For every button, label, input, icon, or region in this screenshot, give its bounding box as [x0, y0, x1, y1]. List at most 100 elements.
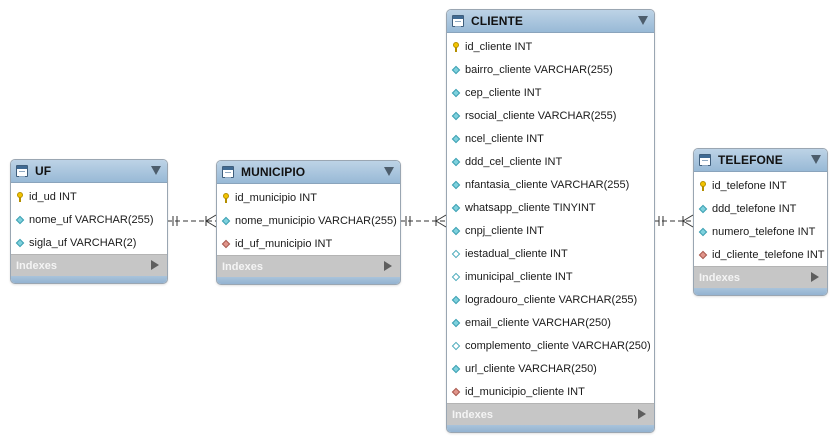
column-row[interactable]: sigla_uf VARCHAR(2): [11, 231, 167, 254]
table-header[interactable]: CLIENTE: [447, 10, 654, 33]
attribute-icon: [452, 88, 460, 98]
column-row[interactable]: ncel_cliente INT: [447, 127, 654, 150]
column-row[interactable]: id_ud INT: [11, 185, 167, 208]
attribute-icon: [452, 134, 460, 144]
column-row[interactable]: id_telefone INT: [694, 174, 827, 197]
column-row[interactable]: ddd_telefone INT: [694, 197, 827, 220]
column-label: ncel_cliente INT: [465, 132, 544, 145]
column-row[interactable]: cnpj_cliente INT: [447, 219, 654, 242]
key-icon: [452, 41, 460, 52]
attribute-icon: [699, 227, 707, 237]
column-label: nome_uf VARCHAR(255): [29, 213, 154, 226]
attribute-icon: [452, 203, 460, 213]
column-row[interactable]: id_uf_municipio INT: [217, 232, 400, 255]
indexes-section[interactable]: Indexes: [694, 266, 827, 288]
table-footer: [447, 425, 654, 432]
table-icon: [452, 15, 464, 27]
column-row[interactable]: bairro_cliente VARCHAR(255): [447, 58, 654, 81]
column-label: id_municipio INT: [235, 191, 317, 204]
indexes-label: Indexes: [222, 260, 263, 273]
table-name: UF: [35, 164, 52, 178]
column-list: id_cliente INT bairro_cliente VARCHAR(25…: [447, 33, 654, 403]
attribute-icon: [699, 204, 707, 214]
expand-arrow-icon[interactable]: [811, 272, 819, 282]
foreign-key-icon: [222, 239, 230, 249]
attribute-icon: [16, 238, 24, 248]
collapse-triangle-icon[interactable]: [384, 167, 394, 176]
relationship-uf-municipio[interactable]: [167, 214, 217, 228]
key-icon: [222, 192, 230, 203]
column-list: id_telefone INT ddd_telefone INT numero_…: [694, 172, 827, 266]
table-icon: [16, 165, 28, 177]
column-label: email_cliente VARCHAR(250): [465, 316, 611, 329]
column-row[interactable]: nome_municipio VARCHAR(255): [217, 209, 400, 232]
column-label: url_cliente VARCHAR(250): [465, 362, 597, 375]
foreign-key-icon: [699, 250, 707, 260]
column-label: id_telefone INT: [712, 179, 787, 192]
table-header[interactable]: UF: [11, 160, 167, 183]
column-row[interactable]: cep_cliente INT: [447, 81, 654, 104]
table-cliente[interactable]: CLIENTE id_cliente INT bairro_cliente VA…: [446, 9, 655, 433]
attribute-icon: [452, 180, 460, 190]
column-row[interactable]: ddd_cel_cliente INT: [447, 150, 654, 173]
column-label: imunicipal_cliente INT: [465, 270, 573, 283]
table-municipio[interactable]: MUNICIPIO id_municipio INT nome_municipi…: [216, 160, 401, 285]
column-label: id_uf_municipio INT: [235, 237, 333, 250]
attribute-icon: [452, 111, 460, 121]
expand-arrow-icon[interactable]: [638, 409, 646, 419]
collapse-triangle-icon[interactable]: [638, 16, 648, 25]
column-label: cnpj_cliente INT: [465, 224, 544, 237]
column-row[interactable]: complemento_cliente VARCHAR(250): [447, 334, 654, 357]
column-label: id_municipio_cliente INT: [465, 385, 585, 398]
column-row[interactable]: id_cliente_telefone INT: [694, 243, 827, 266]
column-row[interactable]: rsocial_cliente VARCHAR(255): [447, 104, 654, 127]
table-name: MUNICIPIO: [241, 165, 306, 179]
relationship-cliente-telefone[interactable]: [654, 214, 694, 228]
column-row[interactable]: logradouro_cliente VARCHAR(255): [447, 288, 654, 311]
column-label: rsocial_cliente VARCHAR(255): [465, 109, 617, 122]
column-row[interactable]: id_municipio INT: [217, 186, 400, 209]
column-row[interactable]: id_cliente INT: [447, 35, 654, 58]
nullable-attribute-icon: [452, 272, 460, 282]
column-row[interactable]: nfantasia_cliente VARCHAR(255): [447, 173, 654, 196]
nullable-attribute-icon: [452, 249, 460, 259]
attribute-icon: [452, 65, 460, 75]
indexes-section[interactable]: Indexes: [447, 403, 654, 425]
column-label: cep_cliente INT: [465, 86, 542, 99]
column-label: nfantasia_cliente VARCHAR(255): [465, 178, 630, 191]
column-label: logradouro_cliente VARCHAR(255): [465, 293, 638, 306]
table-name: TELEFONE: [718, 153, 783, 167]
indexes-section[interactable]: Indexes: [217, 255, 400, 277]
nullable-attribute-icon: [452, 341, 460, 351]
table-uf[interactable]: UF id_ud INT nome_uf VARCHAR(255) sigla_…: [10, 159, 168, 284]
indexes-section[interactable]: Indexes: [11, 254, 167, 276]
table-telefone[interactable]: TELEFONE id_telefone INT ddd_telefone IN…: [693, 148, 828, 296]
expand-arrow-icon[interactable]: [151, 260, 159, 270]
table-footer: [694, 288, 827, 295]
column-row[interactable]: url_cliente VARCHAR(250): [447, 357, 654, 380]
column-label: nome_municipio VARCHAR(255): [235, 214, 397, 227]
table-icon: [699, 154, 711, 166]
column-row[interactable]: id_municipio_cliente INT: [447, 380, 654, 403]
column-row[interactable]: iestadual_cliente INT: [447, 242, 654, 265]
table-header[interactable]: TELEFONE: [694, 149, 827, 172]
column-row[interactable]: numero_telefone INT: [694, 220, 827, 243]
table-footer: [217, 277, 400, 284]
table-footer: [11, 276, 167, 283]
attribute-icon: [452, 157, 460, 167]
column-list: id_ud INT nome_uf VARCHAR(255) sigla_uf …: [11, 183, 167, 254]
column-row[interactable]: email_cliente VARCHAR(250): [447, 311, 654, 334]
collapse-triangle-icon[interactable]: [151, 166, 161, 175]
attribute-icon: [452, 295, 460, 305]
attribute-icon: [452, 364, 460, 374]
expand-arrow-icon[interactable]: [384, 261, 392, 271]
foreign-key-icon: [452, 387, 460, 397]
relationship-municipio-cliente[interactable]: [400, 214, 447, 228]
column-label: id_cliente INT: [465, 40, 533, 53]
column-row[interactable]: whatsapp_cliente TINYINT: [447, 196, 654, 219]
column-row[interactable]: nome_uf VARCHAR(255): [11, 208, 167, 231]
collapse-triangle-icon[interactable]: [811, 155, 821, 164]
column-row[interactable]: imunicipal_cliente INT: [447, 265, 654, 288]
attribute-icon: [452, 226, 460, 236]
table-header[interactable]: MUNICIPIO: [217, 161, 400, 184]
